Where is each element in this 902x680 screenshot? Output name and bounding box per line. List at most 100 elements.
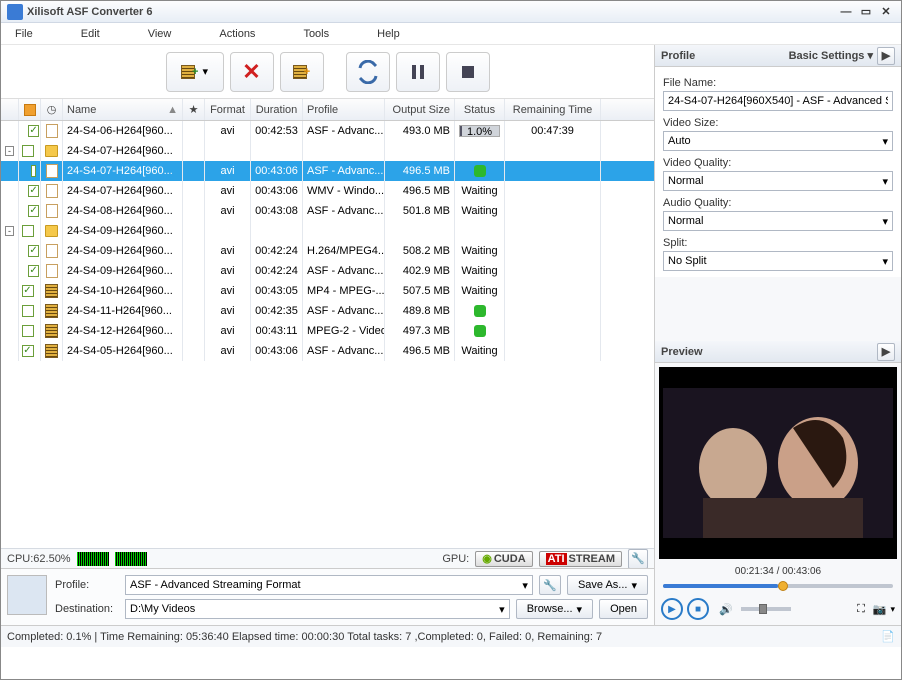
menubar: File Edit View Actions Tools Help [1,23,901,45]
menu-file[interactable]: File [15,28,33,40]
destination-panel: Profile: ASF - Advanced Streaming Format… [1,568,654,625]
fullscreen-icon[interactable]: ⛶ [857,603,865,616]
row-name: 24-S4-11-H264[960... [63,301,183,321]
menu-help[interactable]: Help [377,28,400,40]
row-name: 24-S4-09-H264[960... [63,261,183,281]
close-button[interactable]: ✕ [877,4,895,20]
save-as-button[interactable]: Save As...▾ [567,575,648,595]
vq-field[interactable]: Normal▾ [663,171,893,191]
preview-image [659,367,897,559]
row-checkbox[interactable] [28,265,38,277]
row-checkbox[interactable] [28,125,38,137]
table-row[interactable]: -24-S4-09-H264[960... [1,221,654,241]
table-row[interactable]: 24-S4-11-H264[960...avi00:42:35ASF - Adv… [1,301,654,321]
col-name[interactable]: Name▲ [63,99,183,120]
menu-tools[interactable]: Tools [303,28,329,40]
maximize-button[interactable]: ▭ [857,4,875,20]
stop-button[interactable] [446,52,490,92]
videosize-field[interactable]: Auto▾ [663,131,893,151]
row-name: 24-S4-05-H264[960... [63,341,183,361]
cuda-badge: ◉CUDA [475,551,532,567]
table-row[interactable]: 24-S4-10-H264[960...avi00:43:05MP4 - MPE… [1,281,654,301]
pause-button[interactable] [396,52,440,92]
document-icon [46,244,58,258]
cpu-graph-1 [77,552,109,566]
film-icon [45,284,58,298]
aq-field[interactable]: Normal▾ [663,211,893,231]
browse-button[interactable]: Browse...▾ [516,599,593,619]
col-duration[interactable]: Duration [251,99,303,120]
row-checkbox[interactable] [22,225,34,237]
dest-combo[interactable]: D:\My Videos▾ [125,599,510,619]
row-checkbox[interactable] [22,285,34,297]
vq-label: Video Quality: [663,157,893,169]
log-icon[interactable]: 📄 [881,630,895,643]
profile-thumb [7,575,47,615]
preview-expand-icon[interactable]: ▶ [877,343,895,361]
row-checkbox[interactable] [28,185,38,197]
volume-slider[interactable] [741,607,791,611]
profile-wrench[interactable]: 🔧 [539,575,561,595]
table-row[interactable]: 24-S4-09-H264[960...avi00:42:24H.264/MPE… [1,241,654,261]
menu-actions[interactable]: Actions [219,28,255,40]
split-label: Split: [663,237,893,249]
row-checkbox[interactable] [22,345,34,357]
profile-combo[interactable]: ASF - Advanced Streaming Format▾ [125,575,533,595]
tree-toggle[interactable]: - [5,146,14,156]
profile-label: Profile: [55,579,119,591]
menu-edit[interactable]: Edit [81,28,100,40]
row-checkbox[interactable] [28,205,38,217]
snapshot-icon[interactable]: 📷 [873,603,887,616]
table-row[interactable]: 24-S4-07-H264[960...avi00:43:06WMV - Win… [1,181,654,201]
row-checkbox[interactable] [22,305,34,317]
delete-button[interactable]: ✕ [230,52,274,92]
app-icon [7,4,23,20]
add-file-button[interactable]: +▾ [166,52,224,92]
table-row[interactable]: - 24-S4-07-H264[960... [1,141,654,161]
row-name: 24-S4-06-H264[960... [63,121,183,141]
table-row[interactable]: 24-S4-05-H264[960...avi00:43:06ASF - Adv… [1,341,654,361]
row-checkbox[interactable] [31,165,36,177]
row-checkbox[interactable] [28,245,38,257]
col-remaining[interactable]: Remaining Time [505,99,601,120]
profile-expand-icon[interactable]: ▶ [877,47,895,65]
settings-icon[interactable]: 🔧 [628,549,648,569]
ready-icon [474,305,486,317]
col-profile[interactable]: Profile [303,99,385,120]
table-row[interactable]: 24-S4-07-H264[960...avi00:43:06ASF - Adv… [1,161,654,181]
table-row[interactable]: 24-S4-08-H264[960...avi00:43:08ASF - Adv… [1,201,654,221]
table-row[interactable]: 24-S4-12-H264[960...avi00:43:11MPEG-2 - … [1,321,654,341]
tree-toggle[interactable]: - [5,226,14,236]
select-all-checkbox[interactable] [19,99,41,120]
preview-panel: 00:21:34 / 00:43:06 ▶ ■ 🔊 ⛶ 📷 ▾ [655,363,901,625]
row-name: 24-S4-10-H264[960... [63,281,183,301]
col-status[interactable]: Status [455,99,505,120]
menu-view[interactable]: View [148,28,172,40]
row-name: 24-S4-07-H264[960... [63,141,183,161]
table-row[interactable]: 24-S4-06-H264[960...avi00:42:53ASF - Adv… [1,121,654,141]
volume-icon[interactable]: 🔊 [719,603,733,616]
dest-label: Destination: [55,603,119,615]
preview-header: Preview ▶ [655,341,901,363]
split-field[interactable]: No Split▾ [663,251,893,271]
minimize-button[interactable]: — [837,4,855,20]
play-button[interactable]: ▶ [661,598,683,620]
table-row[interactable]: 24-S4-09-H264[960...avi00:42:24ASF - Adv… [1,261,654,281]
file-list[interactable]: 24-S4-06-H264[960...avi00:42:53ASF - Adv… [1,121,654,548]
row-checkbox[interactable] [22,145,34,157]
col-output[interactable]: Output Size [385,99,455,120]
document-icon [46,164,58,178]
ati-badge: ATISTREAM [539,551,622,567]
col-format[interactable]: Format [205,99,251,120]
col-star[interactable]: ★ [183,99,205,120]
open-button[interactable]: Open [599,599,648,619]
convert-button[interactable] [346,52,390,92]
row-checkbox[interactable] [22,325,34,337]
filename-field[interactable]: 24-S4-07-H264[960X540] - ASF - Advanced … [663,91,893,111]
preview-slider[interactable] [663,579,893,593]
document-icon [46,184,58,198]
pv-stop-button[interactable]: ■ [687,598,709,620]
row-name: 24-S4-12-H264[960... [63,321,183,341]
add-output-button[interactable]: + [280,52,324,92]
basic-settings-link[interactable]: Basic Settings ▾ [789,49,873,62]
